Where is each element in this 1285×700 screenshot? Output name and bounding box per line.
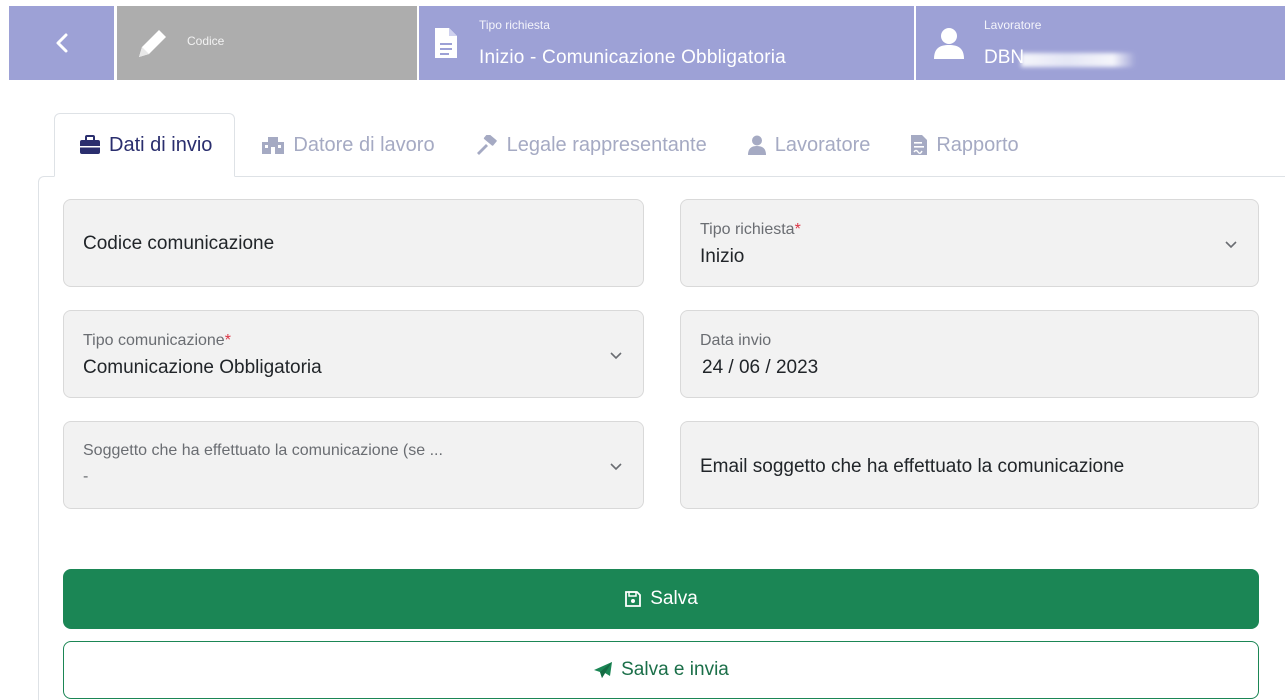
header-codice-label: Codice (187, 34, 225, 48)
data-invio-label: Data invio (700, 332, 772, 349)
save-button[interactable]: Salva (63, 569, 1259, 629)
chevron-down-icon (610, 352, 622, 360)
tab-datore-di-lavoro[interactable]: Datore di lavoro (241, 113, 454, 177)
floppy-disk-icon (625, 591, 642, 607)
soggetto-select[interactable]: Soggetto che ha effettuato la comunicazi… (63, 421, 644, 509)
gavel-icon (476, 135, 497, 155)
tipo-comunicazione-value: Comunicazione Obbligatoria (83, 357, 322, 378)
email-soggetto-placeholder: Email soggetto che ha effettuato la comu… (700, 456, 1125, 477)
tab-rapporto[interactable]: Rapporto (890, 113, 1038, 177)
save-and-send-button-label: Salva e invia (621, 659, 729, 680)
header-lavoratore-label: Lavoratore (984, 18, 1042, 32)
tab-bar: Dati di invio Datore di lavoro Legale ra… (54, 113, 1039, 177)
header-tipo-richiesta-segment: Tipo richiesta Inizio - Comunicazione Ob… (419, 6, 914, 80)
tab-legale-rappresentante[interactable]: Legale rappresentante (455, 113, 727, 177)
header-tipo-richiesta-value: Inizio - Comunicazione Obbligatoria (479, 47, 786, 68)
user-icon (932, 26, 966, 60)
back-button[interactable] (9, 6, 114, 80)
header-lavoratore-value: DBN (984, 47, 1025, 68)
user-icon (747, 135, 766, 155)
save-button-label: Salva (650, 588, 698, 609)
codice-comunicazione-field[interactable]: Codice comunicazione (63, 199, 644, 287)
codice-comunicazione-placeholder: Codice comunicazione (83, 233, 275, 254)
tab-lavoratore[interactable]: Lavoratore (727, 113, 891, 177)
redacted-text (1021, 53, 1136, 67)
pencil-icon (133, 24, 173, 64)
tab-label: Dati di invio (109, 133, 213, 156)
tab-dati-di-invio[interactable]: Dati di invio (54, 113, 236, 177)
tab-label: Rapporto (936, 133, 1019, 156)
data-invio-field[interactable]: Data invio 24 / 06 / 2023 (680, 310, 1259, 398)
tipo-richiesta-select[interactable]: Tipo richiesta* Inizio (680, 199, 1259, 287)
tab-label: Lavoratore (774, 133, 871, 156)
soggetto-value: - (83, 468, 89, 485)
tipo-comunicazione-select[interactable]: Tipo comunicazione* Comunicazione Obblig… (63, 310, 644, 398)
file-contract-icon (911, 135, 928, 155)
document-icon (433, 26, 459, 60)
email-soggetto-field[interactable]: Email soggetto che ha effettuato la comu… (680, 421, 1259, 509)
building-icon (262, 137, 285, 154)
save-and-send-button[interactable]: Salva e invia (63, 641, 1259, 699)
tab-label: Datore di lavoro (293, 133, 435, 156)
header-codice-segment: Codice (117, 6, 417, 80)
tipo-richiesta-label: Tipo richiesta* (700, 221, 801, 238)
header-lavoratore-segment: Lavoratore DBN (916, 6, 1285, 80)
chevron-down-icon (610, 463, 622, 471)
paper-plane-icon (594, 662, 613, 678)
soggetto-label: Soggetto che ha effettuato la comunicazi… (83, 442, 443, 459)
briefcase-icon (80, 135, 100, 154)
chevron-down-icon (1225, 241, 1237, 249)
tipo-richiesta-value: Inizio (700, 246, 745, 267)
chevron-left-icon (56, 33, 67, 53)
tab-label: Legale rappresentante (506, 133, 707, 156)
top-header-bar: Codice Tipo richiesta Inizio - Comunicaz… (0, 0, 1285, 85)
data-invio-value: 24 / 06 / 2023 (702, 357, 819, 378)
header-tipo-richiesta-label: Tipo richiesta (479, 18, 550, 32)
tipo-comunicazione-label: Tipo comunicazione* (83, 332, 231, 349)
